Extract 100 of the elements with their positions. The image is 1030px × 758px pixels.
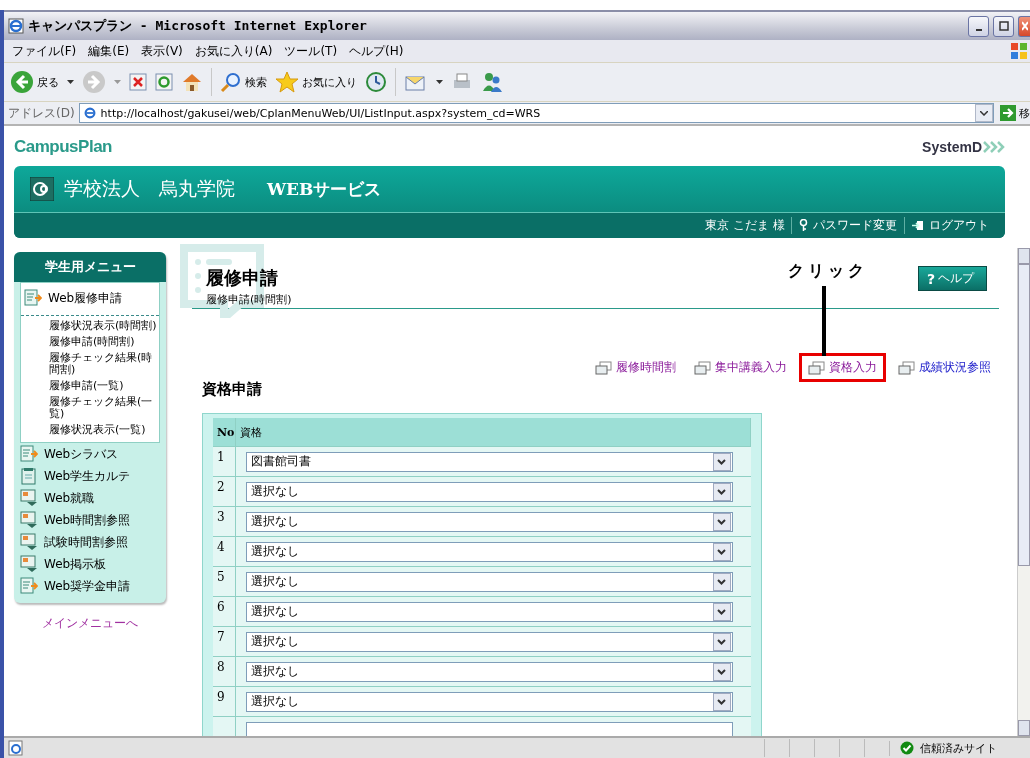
menu-item[interactable]: ヘルプ(H) — [349, 42, 404, 60]
stop-icon[interactable] — [129, 73, 147, 91]
sidebar-subitem[interactable]: 履修状況表示(時間割) — [49, 320, 157, 332]
windows-icon — [595, 360, 612, 375]
chevron-down-icon — [717, 458, 726, 465]
row-number: 4 — [213, 536, 236, 567]
row-number: 7 — [213, 626, 236, 657]
address-field[interactable]: http://localhost/gakusei/web/CplanMenuWeb/UI/ListInput.aspx?system_cd=WRS — [78, 103, 994, 123]
page-icon — [8, 740, 24, 756]
help-button[interactable]: ? ヘルプ — [917, 266, 987, 291]
monitor-icon — [20, 533, 38, 551]
search-icon — [220, 71, 242, 93]
sidebar-item[interactable]: Web学生カルテ — [14, 465, 166, 487]
dropdown-button[interactable] — [975, 104, 993, 122]
qualification-dropdown[interactable]: 選択なし — [246, 541, 733, 562]
chevron-down-icon — [717, 488, 726, 495]
home-icon[interactable] — [181, 72, 203, 92]
qualification-dropdown[interactable]: 選択なし — [246, 691, 733, 712]
minimize-button[interactable] — [968, 15, 989, 37]
sidebar-item[interactable]: Web奨学金申請 — [14, 575, 166, 597]
chevron-down-icon — [717, 608, 726, 615]
page-icon — [82, 106, 97, 120]
chevron-down-icon — [717, 518, 726, 525]
sidebar-item[interactable]: Web時間割参照 — [14, 509, 166, 531]
maximize-button[interactable] — [993, 15, 1014, 37]
password-change-link[interactable]: パスワード変更 — [792, 217, 905, 234]
address-label: アドレス(D) — [8, 104, 75, 122]
qualification-dropdown[interactable]: 選択なし — [246, 661, 733, 682]
menu-item[interactable]: 表示(V) — [141, 42, 183, 60]
windows-icon — [898, 360, 915, 375]
main-menu-link[interactable]: メインメニューへ — [42, 615, 138, 632]
chevron-down-icon — [717, 548, 726, 555]
chevron-down-icon — [717, 668, 726, 675]
minimize-icon — [975, 29, 982, 31]
go-button[interactable]: 移 — [998, 105, 1030, 121]
scrollbar[interactable] — [1017, 248, 1030, 736]
arrow-right-icon — [1000, 105, 1016, 121]
page-link[interactable]: 履修時間割 — [616, 359, 676, 376]
security-zone: 信頼済みサイト — [889, 740, 1030, 756]
page-link[interactable]: 成績状況参照 — [919, 359, 991, 376]
school-logo-icon — [30, 177, 54, 201]
monitor-icon — [20, 489, 38, 507]
qualification-dropdown[interactable]: 選択なし — [246, 571, 733, 592]
column-header: 資格 — [235, 418, 751, 447]
favorites-button[interactable]: お気に入り — [275, 71, 357, 93]
history-icon[interactable] — [365, 71, 387, 93]
chevron-down-icon — [717, 578, 726, 585]
window-title: キャンパスプラン - Microsoft Internet Explorer — [28, 17, 367, 35]
document-arrow-icon — [20, 577, 38, 595]
row-number: 3 — [213, 506, 236, 537]
logo: CampusPlan — [14, 137, 112, 157]
qualification-dropdown[interactable]: 図書館司書 — [246, 451, 733, 472]
sidebar-title: 学生用メニュー — [14, 252, 166, 282]
menu-item[interactable]: ファイル(F) — [12, 42, 77, 60]
column-header: No — [213, 418, 236, 447]
sidebar-subitem[interactable]: 履修チェック結果(一覧) — [49, 396, 157, 420]
caret-icon[interactable] — [67, 79, 74, 85]
sidebar-item[interactable]: 試験時間割参照 — [14, 531, 166, 553]
windows-icon — [694, 360, 711, 375]
logout-icon — [912, 220, 924, 231]
sidebar-item[interactable]: Webシラバス — [14, 443, 166, 465]
sidebar-item[interactable]: Web履修申請 — [21, 283, 159, 316]
clipboard-icon — [20, 467, 38, 485]
sidebar-subitem[interactable]: 履修状況表示(一覧) — [49, 424, 157, 436]
page-link[interactable]: 集中講義入力 — [715, 359, 787, 376]
maximize-icon — [998, 21, 1009, 31]
vendor-logo: SystemD — [922, 139, 1005, 155]
close-button[interactable] — [1018, 15, 1030, 37]
menu-item[interactable]: 編集(E) — [88, 42, 130, 60]
windows-icon — [808, 360, 825, 375]
monitor-icon — [20, 511, 38, 529]
windows-logo-icon — [1010, 42, 1028, 60]
sidebar-subitem[interactable]: 履修申請(時間割) — [49, 336, 157, 348]
qualification-dropdown[interactable]: 選択なし — [246, 631, 733, 652]
caret-icon[interactable] — [436, 79, 443, 85]
refresh-icon[interactable] — [155, 73, 173, 91]
logout-link[interactable]: ログアウト — [905, 217, 989, 234]
people-icon[interactable] — [481, 71, 503, 93]
document-arrow-icon — [24, 289, 42, 307]
qualification-dropdown[interactable]: 選択なし — [246, 601, 733, 622]
row-number: 1 — [213, 446, 236, 477]
row-number: 6 — [213, 596, 236, 627]
row-number: 2 — [213, 476, 236, 507]
page-title: 履修申請 — [206, 266, 279, 290]
menu-item[interactable]: ツール(T) — [284, 42, 338, 60]
back-button[interactable]: 戻る — [10, 70, 59, 94]
page-link[interactable]: 資格入力 — [829, 359, 877, 376]
sidebar-subitem[interactable]: 履修申請(一覧) — [49, 380, 157, 392]
menu-item[interactable]: お気に入り(A) — [194, 42, 273, 60]
check-icon — [900, 741, 914, 755]
search-button[interactable]: 検索 — [220, 71, 267, 93]
row-number: 9 — [213, 686, 236, 717]
qualification-dropdown[interactable]: 選択なし — [246, 481, 733, 502]
sidebar-subitem[interactable]: 履修チェック結果(時間割) — [49, 352, 157, 376]
sidebar-item[interactable]: Web就職 — [14, 487, 166, 509]
annotation-text: クリック — [788, 261, 868, 282]
qualification-dropdown[interactable]: 選択なし — [246, 511, 733, 532]
close-icon — [1021, 21, 1028, 31]
sidebar-item[interactable]: Web掲示板 — [14, 553, 166, 575]
school-name: 学校法人 烏丸学院 — [64, 176, 235, 201]
